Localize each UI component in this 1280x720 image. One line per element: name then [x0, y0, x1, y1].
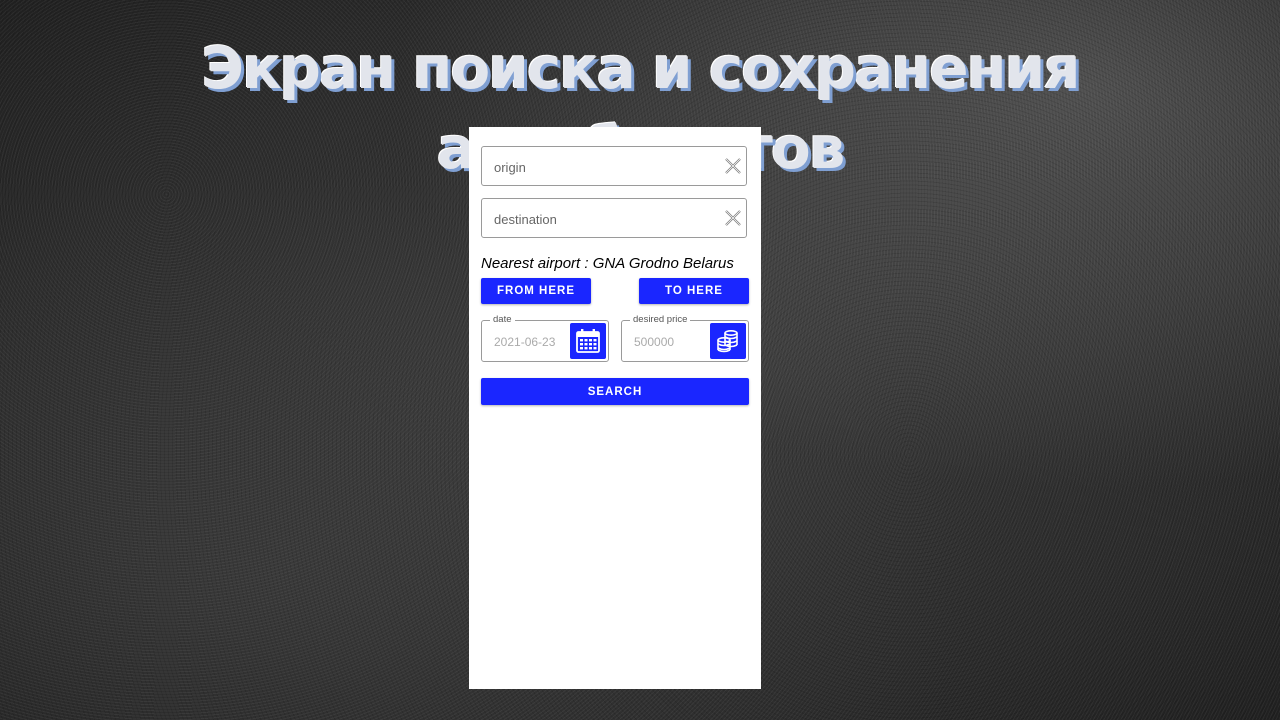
date-label: date — [490, 314, 515, 325]
price-input[interactable] — [632, 329, 710, 355]
clear-origin-icon[interactable] — [722, 155, 744, 177]
search-button[interactable]: SEARCH — [481, 378, 749, 405]
phone-screen: Nearest airport : GNA Grodno Belarus FRO… — [469, 127, 761, 689]
from-here-button[interactable]: FROM HERE — [481, 278, 591, 304]
destination-field[interactable] — [481, 198, 747, 239]
price-field[interactable]: desired price — [621, 314, 749, 362]
origin-input[interactable] — [492, 147, 716, 187]
origin-field[interactable] — [481, 146, 747, 187]
price-button[interactable] — [710, 323, 746, 359]
date-picker-button[interactable] — [570, 323, 606, 359]
clear-destination-icon[interactable] — [722, 207, 744, 229]
date-input[interactable] — [492, 329, 570, 355]
coins-icon — [717, 329, 738, 353]
calendar-icon — [576, 329, 600, 353]
to-here-button[interactable]: TO HERE — [639, 278, 749, 304]
destination-input[interactable] — [492, 199, 716, 239]
date-field[interactable]: date — [481, 314, 609, 362]
price-label: desired price — [630, 314, 691, 325]
nearest-airport-text: Nearest airport : GNA Grodno Belarus — [481, 255, 734, 272]
